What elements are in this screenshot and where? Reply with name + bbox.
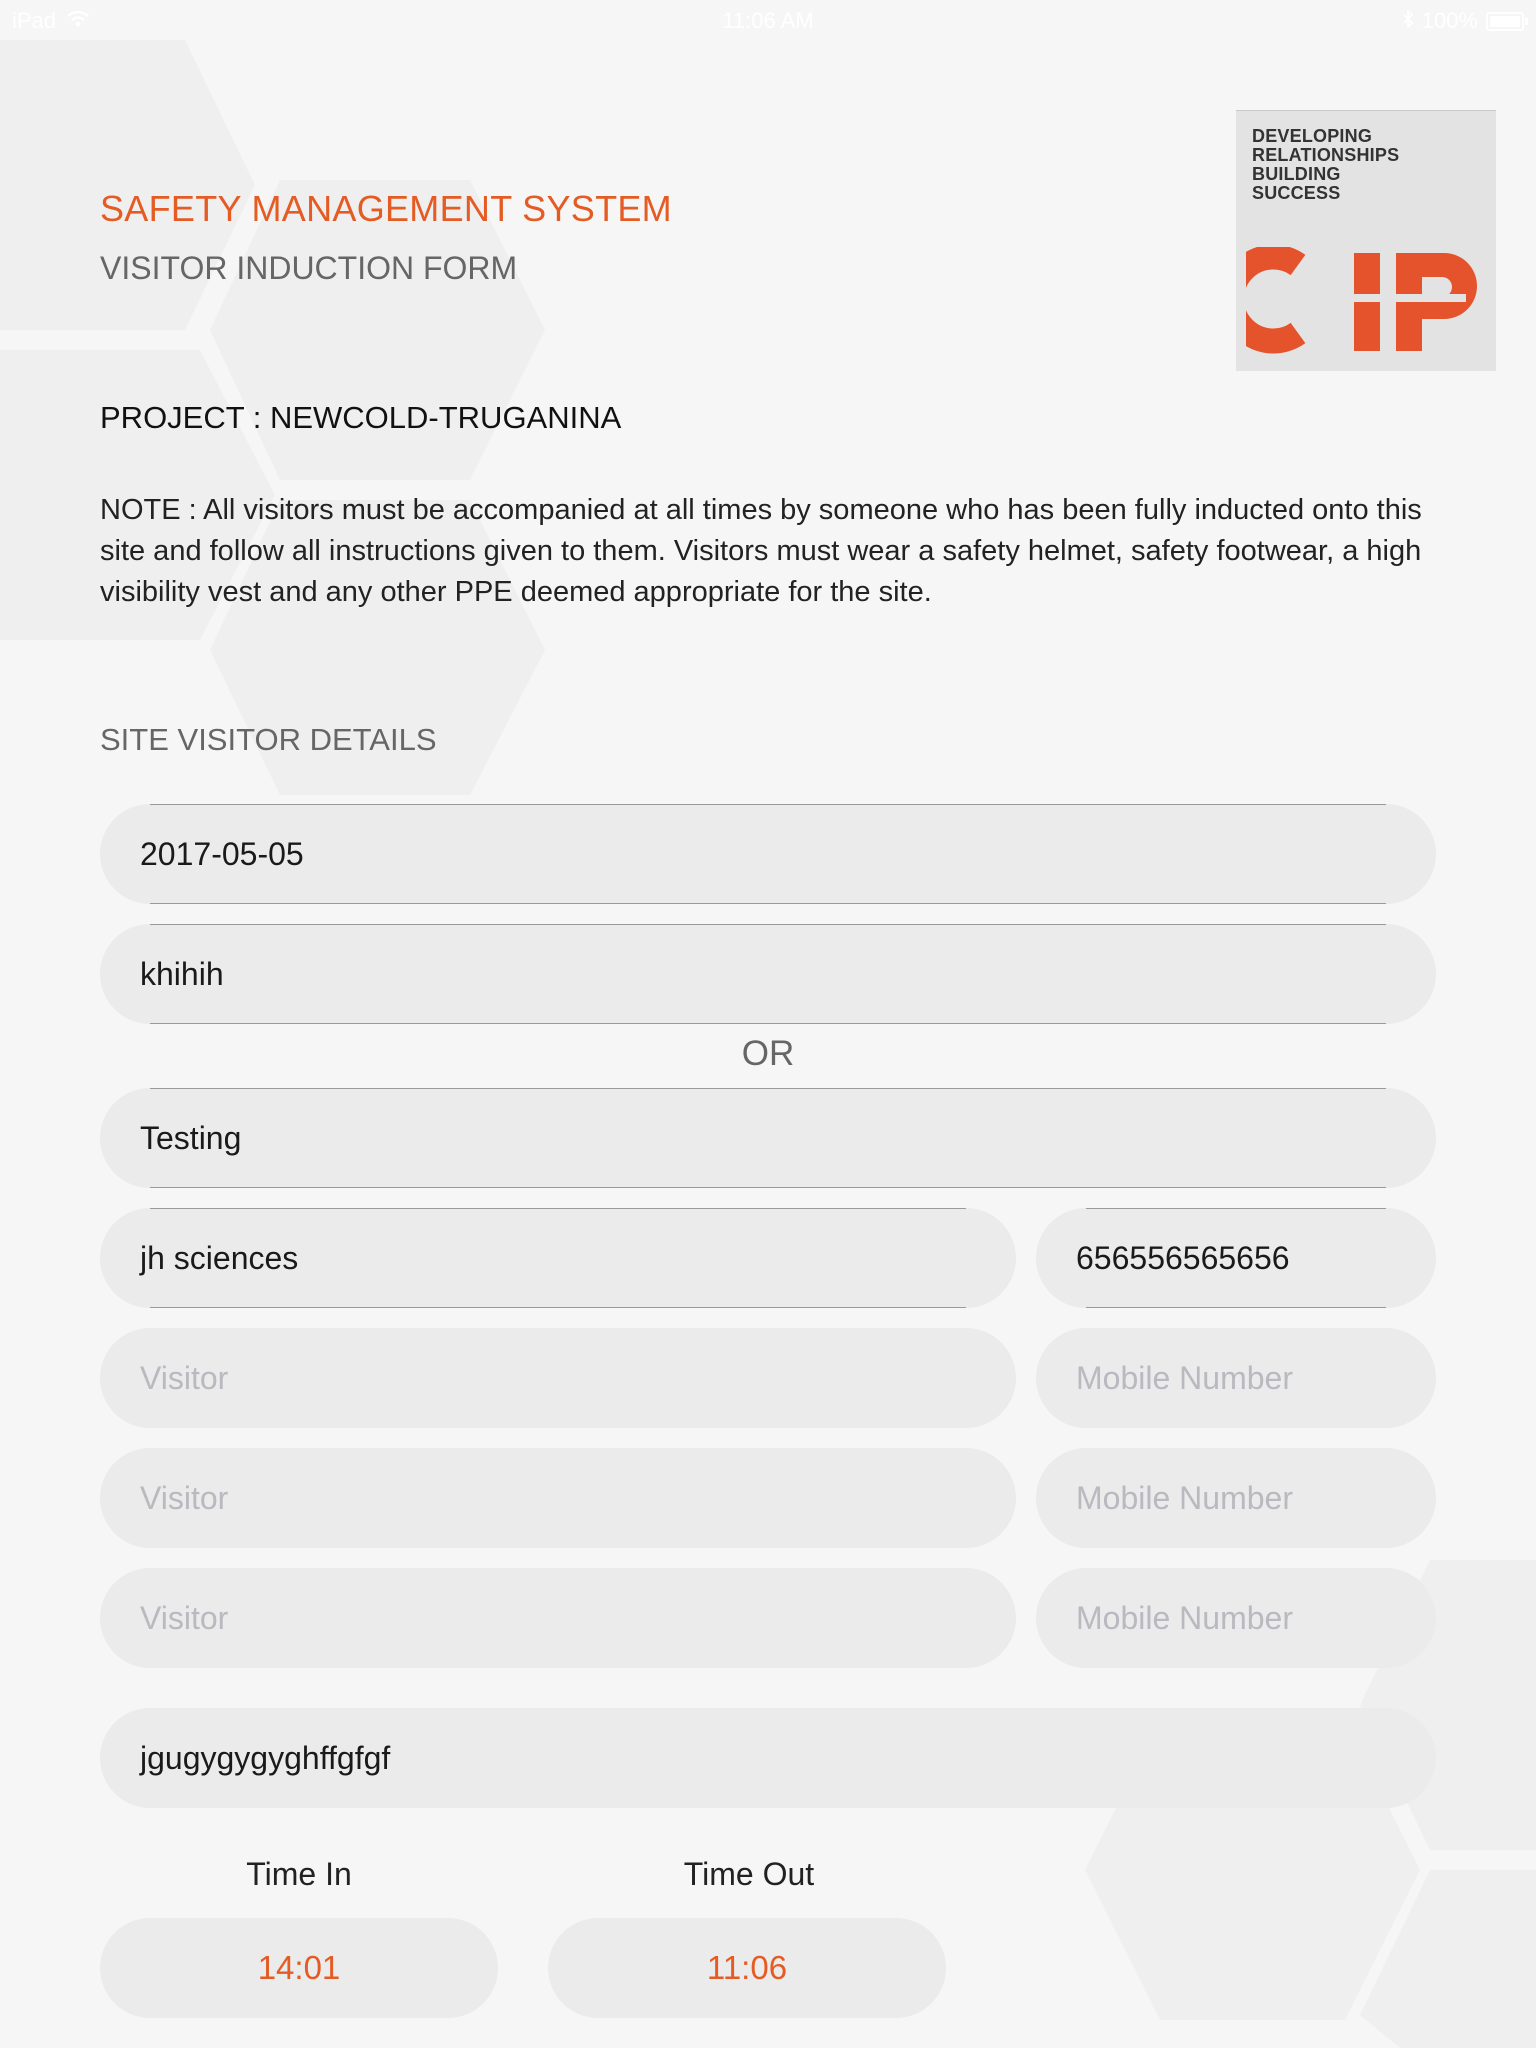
visitor-name-placeholder-4: Visitor [140,1599,229,1636]
name-value: khihih [140,955,224,992]
visitor-name-field-3[interactable]: Visitor [100,1448,1016,1548]
time-out-field[interactable]: 11:06 [548,1918,946,2018]
project-name: PROJECT : NEWCOLD-TRUGANINA [100,400,622,435]
field-divider [150,924,1386,925]
status-bar: iPad 11:06 AM 100% [0,0,1536,40]
time-in-value: 14:01 [257,1949,341,1986]
time-out-value: 11:06 [706,1949,788,1986]
status-right: 100% [1402,8,1528,34]
status-time: 11:06 AM [722,8,814,33]
visitor-name-field-2[interactable]: Visitor [100,1328,1016,1428]
battery-icon [1486,11,1528,31]
field-divider [150,1208,966,1209]
date-value: 2017-05-05 [140,835,304,872]
time-in-label: Time In [246,1856,352,1892]
cip-logo: DEVELOPING RELATIONSHIPS BUILDING SUCCES… [1236,110,1496,371]
or-separator: OR [741,1034,795,1073]
field-divider [150,903,1386,904]
section-title: SITE VISITOR DETAILS [100,722,437,757]
visitor-mobile-field-2[interactable]: Mobile Number [1036,1328,1436,1428]
field-divider [150,804,1386,805]
field-divider [150,1187,1386,1188]
visitor-induction-form-page: SAFETY MANAGEMENT SYSTEM VISITOR INDUCTI… [0,0,1536,2048]
date-field[interactable]: 2017-05-05 [100,804,1436,904]
visitor-mobile-field-3[interactable]: Mobile Number [1036,1448,1436,1548]
cip-logo-mark [1246,247,1477,354]
field-divider [1086,1208,1386,1209]
purpose-value: jgugygygyghffgfgf [140,1739,391,1776]
logo-tagline: DEVELOPING RELATIONSHIPS BUILDING SUCCES… [1252,126,1400,203]
visitor-mobile-field-4[interactable]: Mobile Number [1036,1568,1436,1668]
visitor-mobile-value-1: 656556565656 [1076,1239,1290,1276]
field-divider [150,1023,1386,1024]
time-out-label: Time Out [683,1856,815,1892]
visitor-name-value-1: jh sciences [140,1239,299,1276]
visitor-name-field-1[interactable]: jh sciences [100,1208,1016,1308]
company-value: Testing [140,1119,242,1156]
visitor-name-placeholder-2: Visitor [140,1359,229,1396]
field-divider [150,1088,1386,1089]
visitor-name-field-4[interactable]: Visitor [100,1568,1016,1668]
name-field[interactable]: khihih [100,924,1436,1024]
visitor-mobile-placeholder-3: Mobile Number [1076,1479,1293,1516]
visitor-mobile-placeholder-4: Mobile Number [1076,1599,1293,1636]
page-title: SAFETY MANAGEMENT SYSTEM [100,188,672,229]
company-field[interactable]: Testing [100,1088,1436,1188]
visitor-mobile-field-1[interactable]: 656556565656 [1036,1208,1436,1308]
field-divider [1086,1307,1386,1308]
battery-fill [1490,15,1520,27]
visitor-mobile-placeholder-2: Mobile Number [1076,1359,1293,1396]
bluetooth-icon [1402,8,1414,34]
purpose-field[interactable]: jgugygygyghffgfgf [100,1708,1436,1808]
safety-note: NOTE : All visitors must be accompanied … [100,494,1422,608]
battery-percent: 100% [1421,8,1478,33]
time-in-field[interactable]: 14:01 [100,1918,498,2018]
page-subtitle: VISITOR INDUCTION FORM [100,250,518,286]
visitor-name-placeholder-3: Visitor [140,1479,229,1516]
field-divider [150,1307,966,1308]
